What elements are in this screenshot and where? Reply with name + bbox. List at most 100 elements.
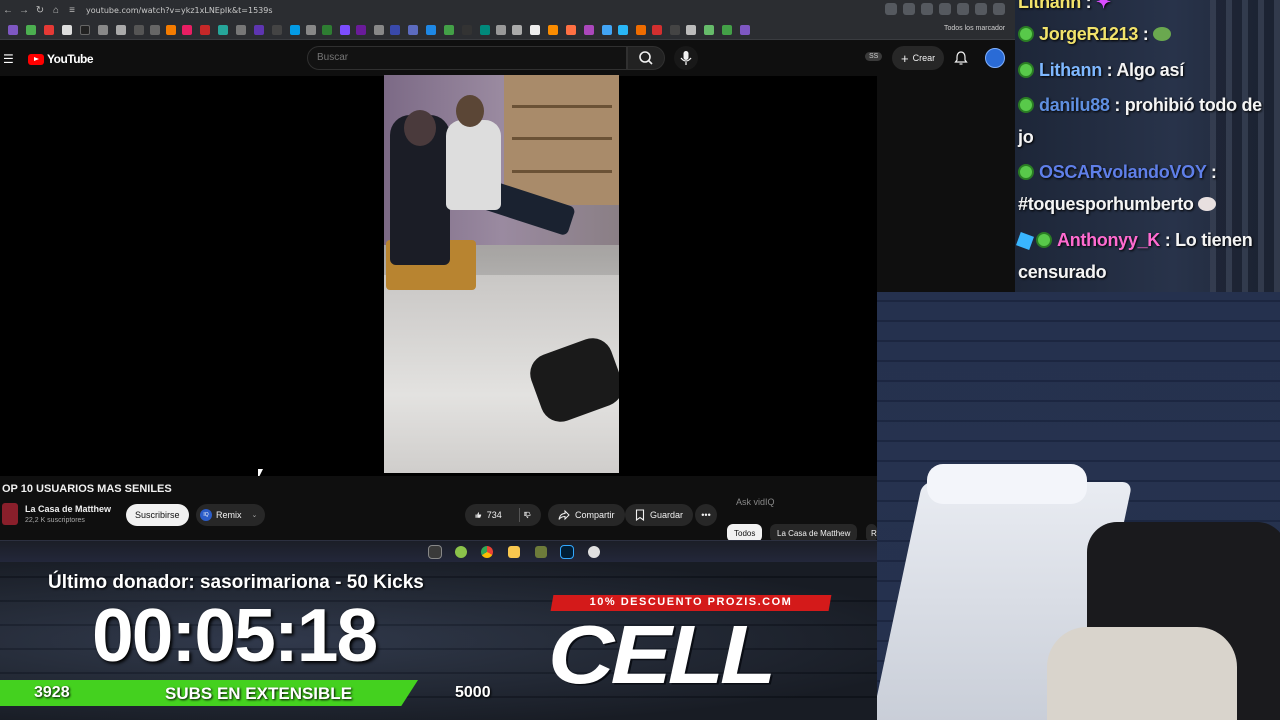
share-button[interactable]: Compartir bbox=[548, 504, 625, 526]
bookmark-icon[interactable] bbox=[116, 25, 126, 35]
chat-text: : Algo así bbox=[1106, 60, 1185, 80]
bookmark-icon[interactable] bbox=[272, 25, 282, 35]
extension-icon[interactable] bbox=[939, 3, 951, 15]
bookmark-icon[interactable] bbox=[408, 25, 418, 35]
bookmark-icon[interactable] bbox=[306, 25, 316, 35]
cast-icon[interactable] bbox=[903, 3, 915, 15]
bookmark-icon[interactable] bbox=[462, 25, 472, 35]
extension-icon[interactable] bbox=[957, 3, 969, 15]
thumbs-down-icon[interactable] bbox=[524, 509, 531, 521]
shelf bbox=[504, 75, 619, 205]
bookmark-icon[interactable] bbox=[530, 25, 540, 35]
bookmark-icon[interactable] bbox=[374, 25, 384, 35]
tiktok-icon[interactable] bbox=[80, 25, 90, 35]
thumbs-up-icon[interactable] bbox=[475, 509, 482, 521]
chat-message: JorgeR1213 : bbox=[1018, 18, 1276, 50]
instagram-icon[interactable] bbox=[182, 25, 192, 35]
bookmark-icon[interactable] bbox=[444, 25, 454, 35]
bookmark-icon[interactable] bbox=[584, 25, 594, 35]
url-text[interactable]: youtube.com/watch?v=ykz1xLNEpIk&t=1539s bbox=[86, 6, 273, 15]
bookmark-icon[interactable] bbox=[26, 25, 36, 35]
bookmark-icon[interactable] bbox=[166, 25, 176, 35]
bookmark-icon[interactable] bbox=[356, 25, 366, 35]
bookmark-icon[interactable] bbox=[670, 25, 680, 35]
bookmark-icon[interactable] bbox=[236, 25, 246, 35]
bookmark-icon[interactable] bbox=[254, 25, 264, 35]
subs-current: 3928 bbox=[34, 684, 70, 701]
back-icon[interactable]: ← bbox=[0, 5, 16, 16]
more-actions-button[interactable]: ••• bbox=[695, 504, 717, 526]
reload-icon[interactable]: ↻ bbox=[32, 5, 48, 16]
brand-logo: CELL bbox=[548, 609, 776, 701]
address-bar[interactable]: ← → ↻ ⌂ ≡ youtube.com/watch?v=ykz1xLNEpI… bbox=[0, 0, 1015, 20]
forward-icon[interactable]: → bbox=[16, 5, 32, 16]
chat-username: danilu88 bbox=[1039, 95, 1110, 115]
remix-button[interactable]: IQ Remix ⌄ bbox=[196, 504, 266, 526]
emote-icon: ✦ bbox=[1096, 0, 1111, 12]
like-count[interactable]: 734 bbox=[487, 510, 502, 520]
bookmark-icon[interactable] bbox=[566, 25, 576, 35]
microphone-icon bbox=[680, 51, 692, 65]
browser-window: ← → ↻ ⌂ ≡ youtube.com/watch?v=ykz1xLNEpI… bbox=[0, 0, 1015, 562]
bookmark-icon[interactable] bbox=[200, 25, 210, 35]
webcam-feed bbox=[877, 292, 1280, 720]
menu-icon[interactable]: ☰ bbox=[3, 52, 14, 66]
bookmark-icon[interactable] bbox=[618, 25, 628, 35]
extensions-puzzle-icon[interactable] bbox=[975, 3, 987, 15]
bookmark-icon[interactable] bbox=[704, 25, 714, 35]
subscribe-button[interactable]: Suscribirse bbox=[126, 504, 189, 526]
bookmark-icon[interactable] bbox=[98, 25, 108, 35]
create-button[interactable]: + Crear bbox=[892, 46, 945, 70]
account-avatar[interactable] bbox=[985, 48, 1005, 68]
notifications-bell-icon[interactable] bbox=[953, 50, 969, 66]
bookmark-icon[interactable] bbox=[322, 25, 332, 35]
gmail-icon[interactable] bbox=[44, 25, 54, 35]
bookmark-icon[interactable] bbox=[134, 25, 144, 35]
search-input[interactable] bbox=[308, 47, 626, 68]
chat-overlay: Lithann : ✦ JorgeR1213 : Lithann : Algo … bbox=[1015, 0, 1280, 292]
channel-avatar[interactable] bbox=[2, 503, 18, 525]
bookmark-icon[interactable] bbox=[652, 25, 662, 35]
taskbar-app-icon[interactable] bbox=[588, 546, 600, 558]
search-button[interactable] bbox=[627, 46, 665, 70]
profile-icon[interactable] bbox=[993, 3, 1005, 15]
bookmark-icon[interactable] bbox=[496, 25, 506, 35]
taskbar-app-icon[interactable] bbox=[455, 546, 467, 558]
bookmark-icon[interactable] bbox=[340, 25, 350, 35]
bookmark-icon[interactable] bbox=[218, 25, 228, 35]
bookmark-icon[interactable] bbox=[548, 25, 558, 35]
zoom-icon[interactable] bbox=[885, 3, 897, 15]
chrome-icon[interactable] bbox=[481, 546, 493, 558]
download-icon[interactable] bbox=[150, 25, 160, 35]
chat-message: danilu88 : prohibió todo de jo bbox=[1018, 89, 1276, 153]
home-icon[interactable]: ⌂ bbox=[48, 5, 64, 16]
bookmark-icon[interactable] bbox=[8, 25, 18, 35]
taskbar-app-icon[interactable] bbox=[428, 545, 442, 559]
bookmark-icon[interactable] bbox=[426, 25, 436, 35]
photoshop-icon[interactable] bbox=[560, 545, 574, 559]
save-label: Guardar bbox=[650, 510, 684, 520]
all-bookmarks-link[interactable]: Todos los marcador bbox=[944, 25, 1005, 32]
folder-icon[interactable] bbox=[508, 546, 520, 558]
voice-search-button[interactable] bbox=[674, 46, 698, 70]
taskbar-app-icon[interactable] bbox=[535, 546, 547, 558]
bookmark-icon[interactable] bbox=[602, 25, 612, 35]
youtube-logo[interactable]: YouTube bbox=[28, 52, 94, 66]
bookmark-icon[interactable] bbox=[740, 25, 750, 35]
bookmark-icon[interactable] bbox=[636, 25, 646, 35]
save-button[interactable]: Guardar bbox=[625, 504, 694, 526]
bookmark-icon[interactable] bbox=[480, 25, 490, 35]
bookmark-icon[interactable] bbox=[390, 25, 400, 35]
bookmark-icon[interactable] bbox=[512, 25, 522, 35]
ask-vidiq-input[interactable]: Ask vidIQ bbox=[727, 492, 877, 514]
extension-badge[interactable]: SS bbox=[865, 52, 883, 61]
video-frame[interactable] bbox=[384, 75, 619, 473]
bookmark-star-icon[interactable] bbox=[921, 3, 933, 15]
x-icon[interactable] bbox=[62, 25, 72, 35]
bookmark-icon[interactable] bbox=[722, 25, 732, 35]
site-info-icon[interactable]: ≡ bbox=[64, 5, 80, 16]
bookmark-icon[interactable] bbox=[686, 25, 696, 35]
bookmark-icon[interactable] bbox=[290, 25, 300, 35]
chevron-down-icon: ⌄ bbox=[251, 512, 258, 519]
channel-name[interactable]: La Casa de Matthew bbox=[25, 504, 111, 514]
